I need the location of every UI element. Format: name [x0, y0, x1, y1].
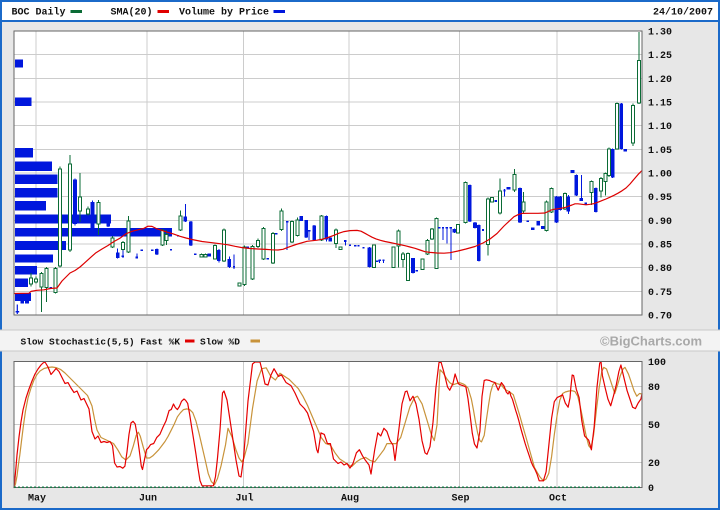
svg-text:1.00: 1.00 — [648, 170, 672, 181]
svg-text:Aug: Aug — [341, 494, 359, 505]
svg-text:Volume by Price: Volume by Price — [179, 7, 269, 19]
svg-text:0.75: 0.75 — [648, 288, 672, 299]
svg-text:0.80: 0.80 — [648, 264, 672, 275]
svg-text:©BigCharts.com: ©BigCharts.com — [600, 334, 702, 349]
svg-text:24/10/2007: 24/10/2007 — [653, 7, 713, 19]
svg-text:100: 100 — [648, 358, 666, 369]
svg-text:0.70: 0.70 — [648, 312, 672, 323]
svg-text:Sep: Sep — [452, 494, 470, 505]
svg-text:0.85: 0.85 — [648, 241, 672, 252]
svg-text:BOC Daily: BOC Daily — [12, 7, 66, 19]
svg-text:1.25: 1.25 — [648, 51, 672, 62]
svg-text:1.05: 1.05 — [648, 146, 672, 157]
svg-text:1.30: 1.30 — [648, 28, 672, 39]
svg-text:Jun: Jun — [139, 494, 157, 505]
svg-text:0: 0 — [648, 484, 654, 495]
svg-text:1.20: 1.20 — [648, 75, 672, 86]
svg-text:20: 20 — [648, 459, 660, 470]
svg-text:Oct: Oct — [549, 494, 567, 505]
svg-text:1.10: 1.10 — [648, 122, 672, 133]
svg-text:Jul: Jul — [236, 493, 254, 505]
svg-text:1.15: 1.15 — [648, 99, 672, 110]
svg-text:Slow %D: Slow %D — [200, 337, 240, 348]
svg-text:Slow Stochastic(5,5) Fast %K: Slow Stochastic(5,5) Fast %K — [21, 337, 181, 348]
svg-text:0.90: 0.90 — [648, 217, 672, 228]
svg-text:80: 80 — [648, 383, 660, 394]
svg-text:SMA(20): SMA(20) — [111, 7, 153, 19]
svg-text:May: May — [28, 494, 46, 505]
svg-text:50: 50 — [648, 421, 660, 432]
svg-text:0.95: 0.95 — [648, 193, 672, 204]
